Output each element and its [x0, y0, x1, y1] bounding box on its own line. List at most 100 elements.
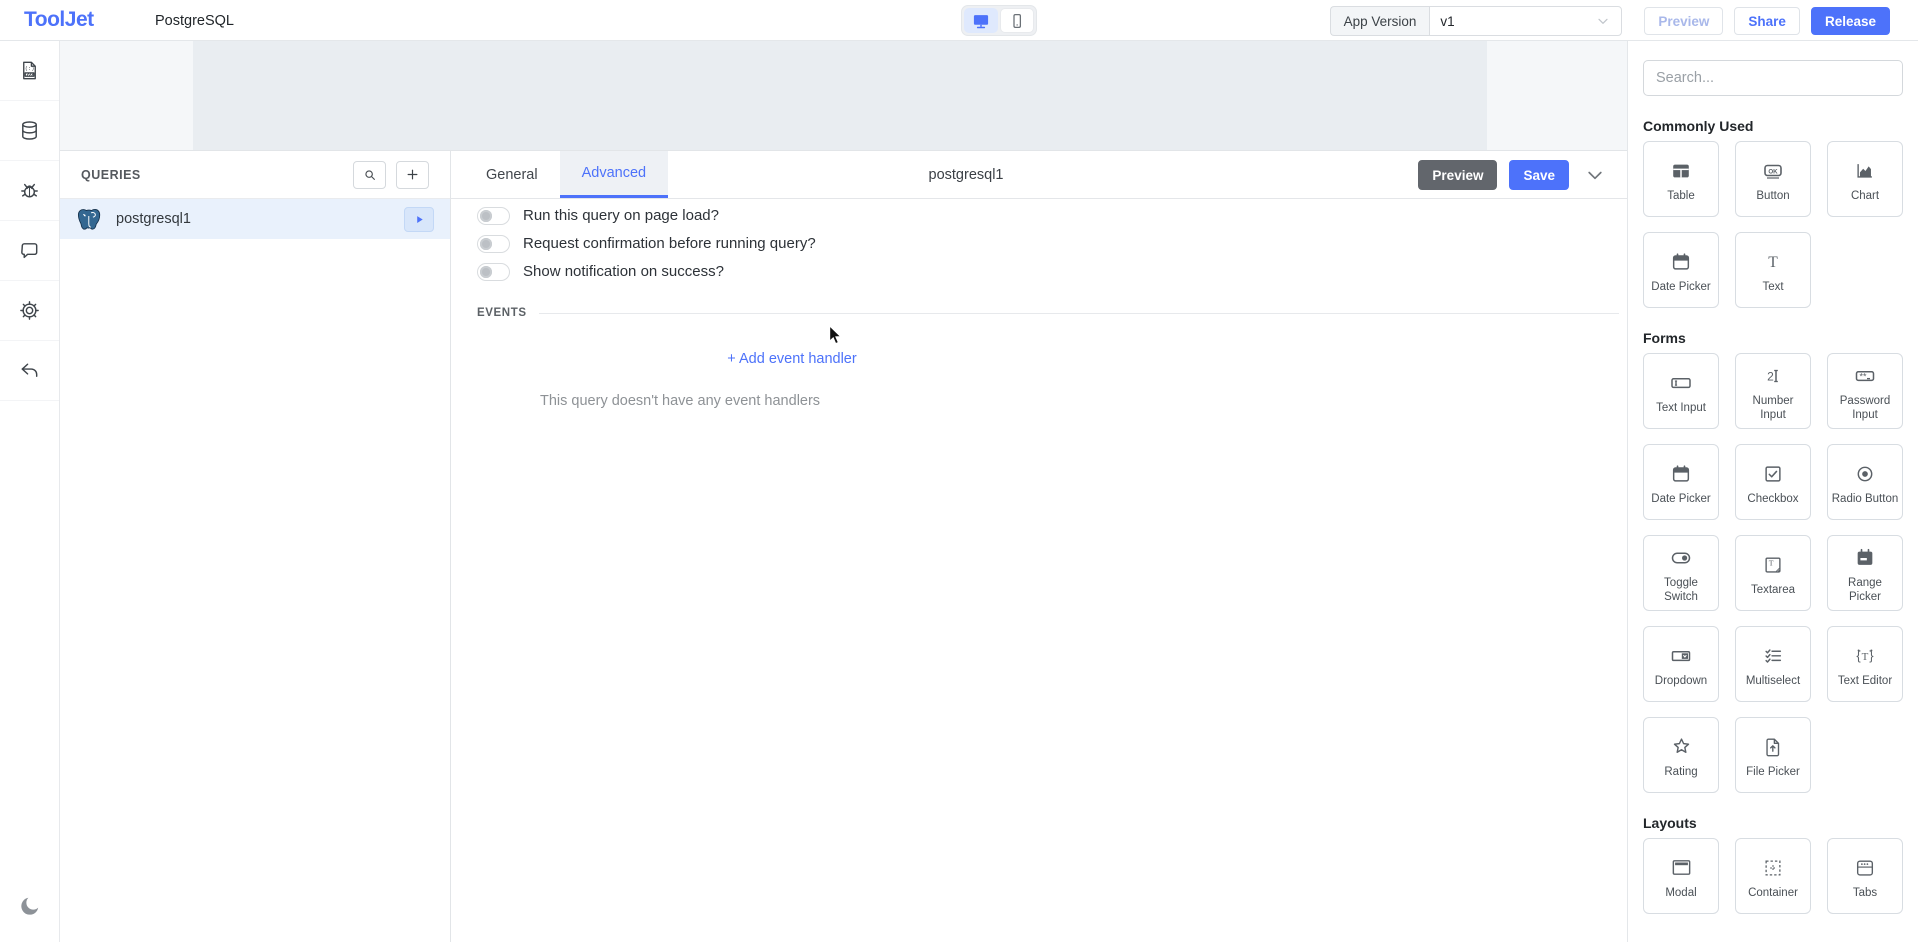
svg-text:**: **	[1859, 371, 1867, 381]
app-preview-button[interactable]: Preview	[1644, 7, 1723, 35]
widget-card-table[interactable]: Table	[1643, 141, 1719, 217]
widget-card-multiselect[interactable]: Multiselect	[1735, 626, 1811, 702]
widget-card-numberinput[interactable]: 2 Number Input	[1735, 353, 1811, 429]
toggle-row-notification: Show notification on success?	[477, 262, 1627, 281]
table-icon	[1670, 159, 1692, 183]
widget-card-tabs[interactable]: Tabs	[1827, 838, 1903, 914]
run-on-page-load-toggle[interactable]	[477, 207, 510, 225]
container-icon	[1762, 856, 1784, 880]
widget-card-texteditor[interactable]: T{} Text Editor	[1827, 626, 1903, 702]
toggle-label: Request confirmation before running quer…	[523, 235, 816, 252]
debugger-button[interactable]	[0, 161, 59, 221]
chart-icon	[1854, 159, 1876, 183]
multiselect-icon	[1762, 644, 1784, 668]
widget-card-datepicker[interactable]: Date Picker	[1643, 232, 1719, 308]
widget-card-passwordinput[interactable]: ** Password Input	[1827, 353, 1903, 429]
search-icon	[363, 168, 377, 182]
queries-header: QUERIES	[60, 151, 450, 199]
plus-icon	[406, 168, 419, 181]
events-section-header: EVENTS	[477, 307, 1627, 319]
widget-card-checkbox[interactable]: Checkbox	[1735, 444, 1811, 520]
widget-card-toggleswitch[interactable]: Toggle Switch	[1643, 535, 1719, 611]
numberinput-icon: 2	[1761, 364, 1785, 388]
section-heading-commonly-used: Commonly Used	[1643, 118, 1903, 134]
app-version-value: v1	[1440, 14, 1454, 29]
settings-button[interactable]	[0, 281, 59, 341]
desktop-mode-button[interactable]	[964, 8, 998, 33]
widget-card-datepicker-forms[interactable]: Date Picker	[1643, 444, 1719, 520]
comment-icon	[18, 239, 41, 262]
queries-panel: QUERIES postgresql1	[60, 150, 451, 942]
gear-icon	[18, 299, 41, 322]
rail-spacer	[0, 401, 59, 870]
add-query-button[interactable]	[396, 161, 429, 189]
query-list-item[interactable]: postgresql1	[60, 199, 450, 239]
events-divider	[539, 313, 1619, 314]
tab-general[interactable]: General	[476, 151, 548, 198]
checkbox-icon	[1762, 462, 1784, 486]
empty-events-message: This query doesn't have any event handle…	[540, 393, 1107, 409]
textarea-icon: T	[1762, 553, 1784, 577]
tab-advanced[interactable]: Advanced	[560, 151, 669, 198]
dark-mode-toggle[interactable]	[0, 870, 59, 942]
svg-text:T: T	[1769, 558, 1774, 567]
widget-card-rating[interactable]: Rating	[1643, 717, 1719, 793]
search-queries-button[interactable]	[353, 161, 386, 189]
widget-card-text[interactable]: T Text	[1735, 232, 1811, 308]
bug-icon	[18, 179, 41, 202]
tooljet-logo: ToolJet	[24, 8, 94, 32]
run-query-button[interactable]	[404, 207, 434, 232]
section-heading-layouts: Layouts	[1643, 815, 1903, 831]
add-event-handler-link[interactable]: + Add event handler	[727, 351, 856, 367]
modal-icon	[1670, 856, 1693, 880]
share-button[interactable]: Share	[1734, 7, 1800, 35]
widget-card-radiobutton[interactable]: Radio Button	[1827, 444, 1903, 520]
widget-card-filepicker[interactable]: File Picker	[1735, 717, 1811, 793]
widget-card-modal[interactable]: Modal	[1643, 838, 1719, 914]
widget-card-container[interactable]: Container	[1735, 838, 1811, 914]
widget-card-dropdown[interactable]: Dropdown	[1643, 626, 1719, 702]
widget-card-textinput[interactable]: Text Input	[1643, 353, 1719, 429]
app-title: PostgreSQL	[155, 13, 234, 29]
mobile-mode-button[interactable]	[1000, 8, 1034, 33]
datasources-button[interactable]	[0, 101, 59, 161]
events-body: + Add event handler This query doesn't h…	[477, 351, 1107, 409]
svg-text:T: T	[1862, 651, 1869, 663]
show-notification-toggle[interactable]	[477, 263, 510, 281]
mobile-icon	[1008, 12, 1026, 30]
query-preview-button[interactable]: Preview	[1418, 160, 1497, 190]
widget-search-input[interactable]	[1643, 60, 1903, 96]
widget-card-button[interactable]: OK Button	[1735, 141, 1811, 217]
query-editor-tab-bar: General Advanced postgresql1 Preview Sav…	[451, 151, 1627, 199]
toggleswitch-icon	[1669, 546, 1693, 570]
rangepicker-icon	[1854, 546, 1876, 570]
widget-card-chart[interactable]: Chart	[1827, 141, 1903, 217]
app-version-select[interactable]: v1	[1429, 6, 1622, 36]
widget-sidebar: Commonly Used Table OK Button Chart Date…	[1627, 41, 1918, 942]
file-upload-icon	[1762, 735, 1784, 759]
layouts-grid: Modal Container Tabs	[1643, 838, 1903, 914]
svg-text:T: T	[1768, 254, 1778, 271]
app-header: ToolJet PostgreSQL App Version v1 Previe…	[0, 0, 1918, 41]
widget-card-textarea[interactable]: T Textarea	[1735, 535, 1811, 611]
left-toolbar: (:)	[0, 41, 60, 942]
toggle-row-page-load: Run this query on page load?	[477, 206, 1627, 225]
toggle-row-confirmation: Request confirmation before running quer…	[477, 234, 1627, 253]
toggle-label: Run this query on page load?	[523, 207, 719, 224]
passwordinput-icon: **	[1853, 364, 1877, 388]
comments-button[interactable]	[0, 221, 59, 281]
pages-button[interactable]: (:)	[0, 41, 59, 101]
release-button[interactable]: Release	[1811, 7, 1890, 35]
request-confirmation-toggle[interactable]	[477, 235, 510, 253]
radiobutton-icon	[1854, 462, 1876, 486]
undo-arrow-icon	[18, 359, 41, 382]
desktop-icon	[971, 11, 991, 31]
collapse-panel-chevron-icon[interactable]	[1585, 165, 1605, 185]
app-version-control: App Version v1	[1330, 6, 1623, 36]
app-canvas[interactable]	[193, 41, 1487, 150]
undo-button[interactable]	[0, 341, 59, 401]
query-editor-panel: General Advanced postgresql1 Preview Sav…	[451, 150, 1627, 942]
dropdown-icon	[1669, 644, 1693, 668]
query-save-button[interactable]: Save	[1509, 160, 1569, 190]
widget-card-rangepicker[interactable]: Range Picker	[1827, 535, 1903, 611]
